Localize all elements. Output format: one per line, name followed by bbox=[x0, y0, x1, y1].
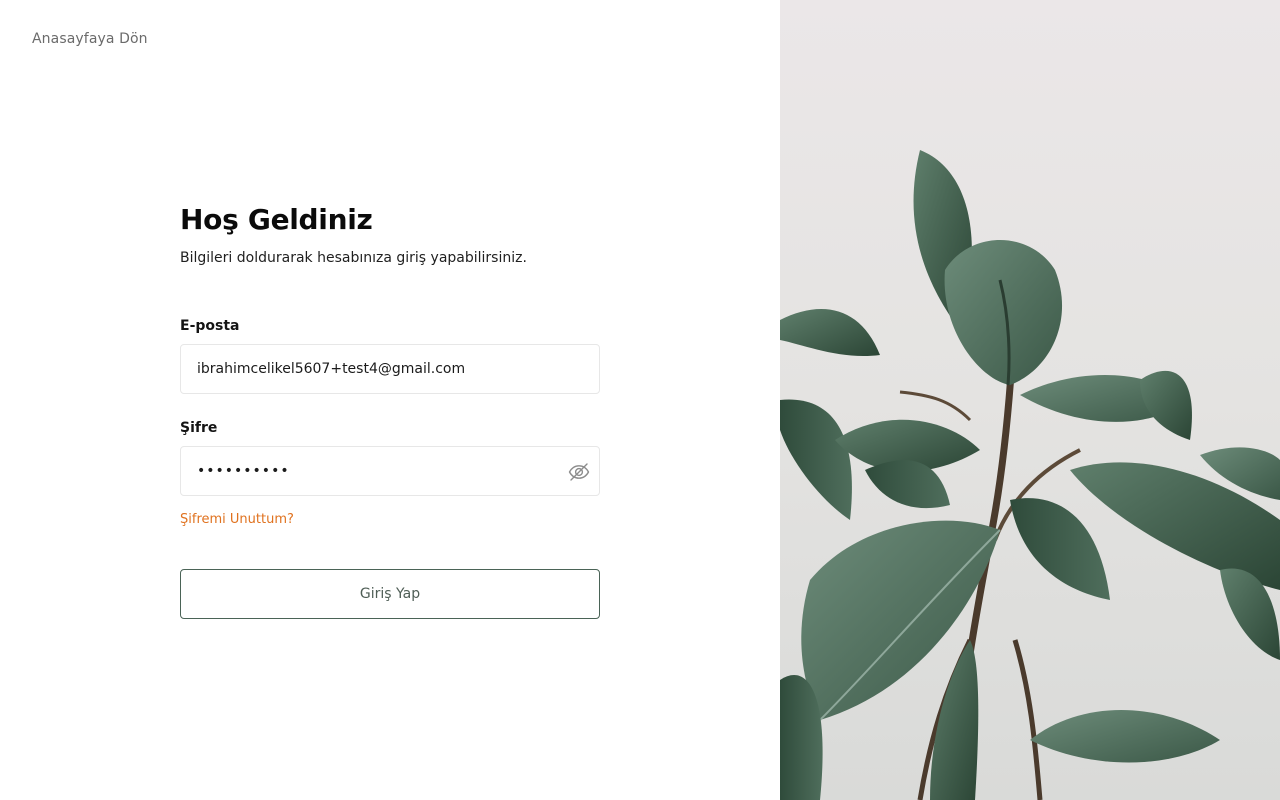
email-field-box bbox=[180, 344, 600, 394]
forgot-password-link[interactable]: Şifremi Unuttum? bbox=[180, 512, 294, 527]
page-title: Hoş Geldiniz bbox=[180, 203, 373, 236]
login-panel: Anasayfaya Dön Hoş Geldiniz Bilgileri do… bbox=[0, 0, 780, 800]
plant-illustration bbox=[780, 0, 1280, 800]
login-button[interactable]: Giriş Yap bbox=[180, 569, 600, 619]
password-label: Şifre bbox=[180, 420, 218, 436]
back-to-home-link[interactable]: Anasayfaya Dön bbox=[32, 31, 148, 47]
email-field[interactable] bbox=[181, 345, 599, 393]
plant-image-panel bbox=[780, 0, 1280, 800]
eye-off-icon[interactable] bbox=[567, 460, 591, 484]
login-page: Anasayfaya Dön Hoş Geldiniz Bilgileri do… bbox=[0, 0, 1280, 800]
login-form: Hoş Geldiniz Bilgileri doldurarak hesabı… bbox=[180, 200, 600, 619]
password-field[interactable] bbox=[181, 447, 599, 495]
email-label: E-posta bbox=[180, 318, 240, 334]
page-subtitle: Bilgileri doldurarak hesabınıza giriş ya… bbox=[180, 250, 527, 266]
password-field-box bbox=[180, 446, 600, 496]
